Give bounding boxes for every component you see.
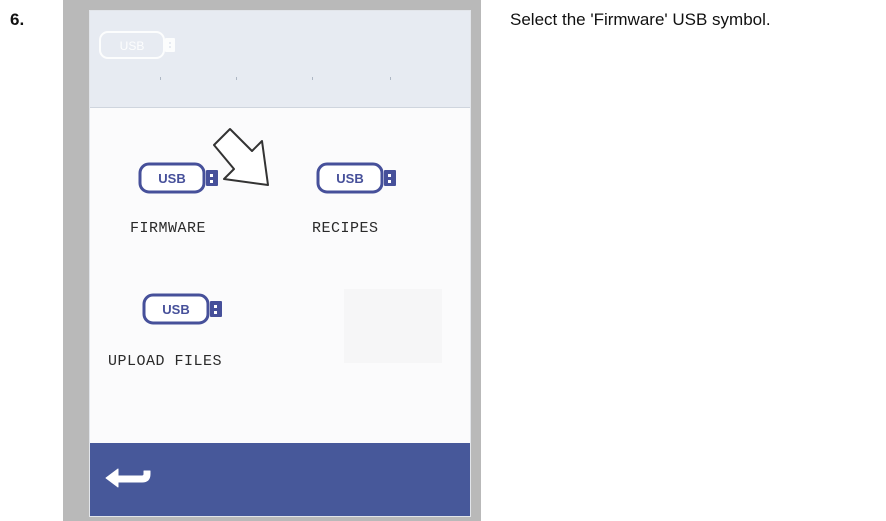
back-arrow-icon[interactable] xyxy=(102,463,154,498)
pointer-arrow-icon xyxy=(208,123,298,218)
upload-files-usb-icon[interactable]: USB xyxy=(142,293,234,327)
empty-tile-area xyxy=(344,289,442,363)
header-tick-marks xyxy=(90,77,470,80)
firmware-label: FIRMWARE xyxy=(130,220,207,237)
recipes-usb-text: USB xyxy=(336,171,363,186)
header-usb-icon: USB xyxy=(99,31,181,66)
firmware-usb-text: USB xyxy=(158,171,185,186)
header-usb-text: USB xyxy=(120,39,145,53)
bottom-navigation-bar xyxy=(90,443,470,516)
recipes-usb-icon[interactable]: USB xyxy=(316,162,408,196)
upload-files-label: UPLOAD FILES xyxy=(108,353,223,370)
instruction-text: Select the 'Firmware' USB symbol. xyxy=(510,10,771,29)
recipes-label: RECIPES xyxy=(312,220,379,237)
screen-header: USB xyxy=(90,11,470,108)
upload-files-usb-text: USB xyxy=(162,302,189,317)
device-screen: USB USB FIRMWARE USB RECIPES USB UPLOAD … xyxy=(89,10,471,517)
step-number: 6. xyxy=(10,10,25,29)
